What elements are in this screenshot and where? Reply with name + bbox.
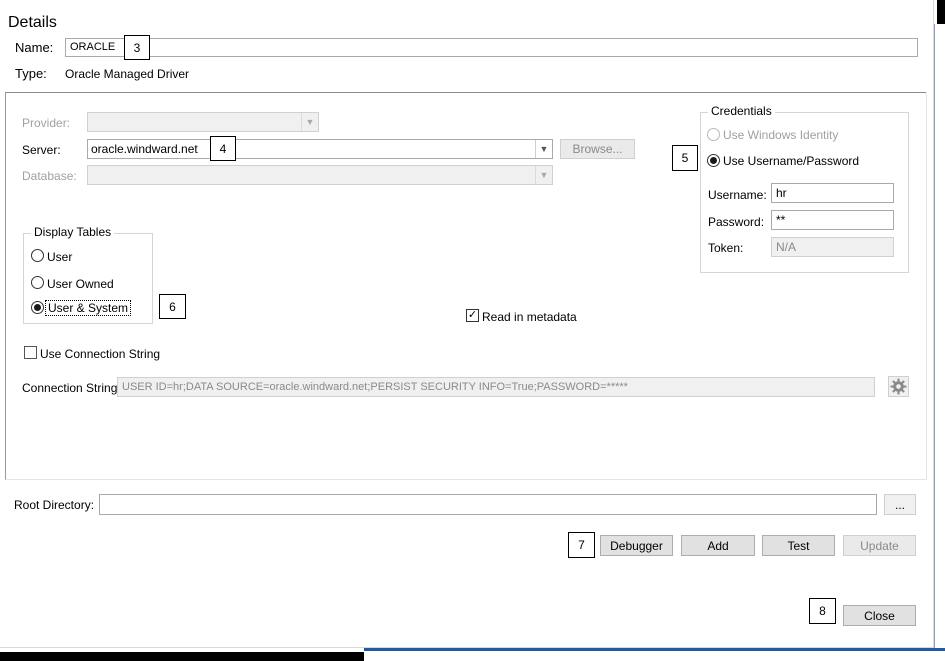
windows-identity-radio[interactable] (707, 128, 720, 141)
update-button[interactable]: Update (843, 535, 916, 556)
chevron-down-icon: ▼ (301, 113, 318, 131)
background-strip (0, 652, 364, 661)
root-directory-browse-button[interactable]: ... (884, 494, 916, 515)
user-radio[interactable] (31, 249, 44, 262)
user-system-radio[interactable] (31, 301, 44, 314)
marker-7: 7 (568, 532, 595, 558)
server-value: oracle.windward.net (91, 142, 198, 156)
token-input: N/A (771, 237, 894, 257)
check-icon: ✓ (467, 309, 478, 321)
token-label: Token: (708, 241, 744, 255)
username-label: Username: (708, 188, 767, 202)
database-label: Database: (22, 169, 77, 183)
window-edge (934, 24, 935, 648)
credentials-title: Credentials (708, 104, 775, 118)
marker-4: 4 (210, 136, 236, 161)
use-connection-string-label: Use Connection String (40, 347, 161, 361)
name-input[interactable]: ORACLE (65, 38, 918, 57)
root-directory-label: Root Directory: (14, 498, 95, 512)
connection-string-label: Connection String: (22, 381, 121, 395)
marker-3: 3 (124, 35, 150, 60)
server-label: Server: (22, 143, 61, 157)
add-button[interactable]: Add (681, 535, 755, 556)
chevron-down-icon: ▼ (535, 166, 552, 184)
connection-string-input: USER ID=hr;DATA SOURCE=oracle.windward.n… (117, 377, 875, 397)
provider-label: Provider: (22, 116, 71, 130)
radio-selected-dot (710, 157, 717, 164)
type-value: Oracle Managed Driver (65, 67, 190, 81)
read-metadata-checkbox[interactable]: ✓ (466, 309, 479, 322)
windows-identity-label: Use Windows Identity (723, 128, 839, 142)
user-radio-label: User (47, 250, 73, 264)
details-title: Details (8, 14, 57, 31)
username-input[interactable]: hr (771, 183, 894, 203)
read-metadata-label: Read in metadata (482, 310, 577, 324)
window-bottom-edge (364, 648, 945, 651)
radio-selected-dot (34, 304, 41, 311)
use-connection-string-checkbox[interactable] (24, 346, 37, 359)
display-tables-title: Display Tables (31, 225, 115, 239)
marker-6: 6 (159, 294, 186, 319)
user-system-radio-label: User & System (45, 300, 132, 316)
type-label: Type: (15, 66, 47, 81)
password-input[interactable]: ** (771, 210, 894, 230)
username-password-radio[interactable] (707, 154, 720, 167)
gear-icon (890, 378, 907, 395)
chevron-down-icon[interactable]: ▼ (535, 140, 552, 158)
username-password-label: Use Username/Password (723, 154, 860, 168)
browse-button[interactable]: Browse... (560, 139, 635, 159)
provider-dropdown: ▼ (87, 112, 319, 132)
user-owned-radio-label: User Owned (47, 277, 114, 291)
root-directory-input[interactable] (99, 494, 877, 515)
background-strip (937, 0, 945, 24)
marker-5: 5 (672, 145, 698, 171)
debugger-button[interactable]: Debugger (600, 535, 673, 556)
user-owned-radio[interactable] (31, 276, 44, 289)
password-label: Password: (708, 215, 765, 229)
connection-settings-button[interactable] (888, 376, 909, 397)
name-label: Name: (15, 40, 54, 55)
test-button[interactable]: Test (762, 535, 835, 556)
server-dropdown[interactable]: oracle.windward.net ▼ (87, 139, 553, 159)
database-dropdown: ▼ (87, 165, 553, 185)
close-button[interactable]: Close (843, 605, 916, 626)
marker-8: 8 (809, 598, 836, 624)
